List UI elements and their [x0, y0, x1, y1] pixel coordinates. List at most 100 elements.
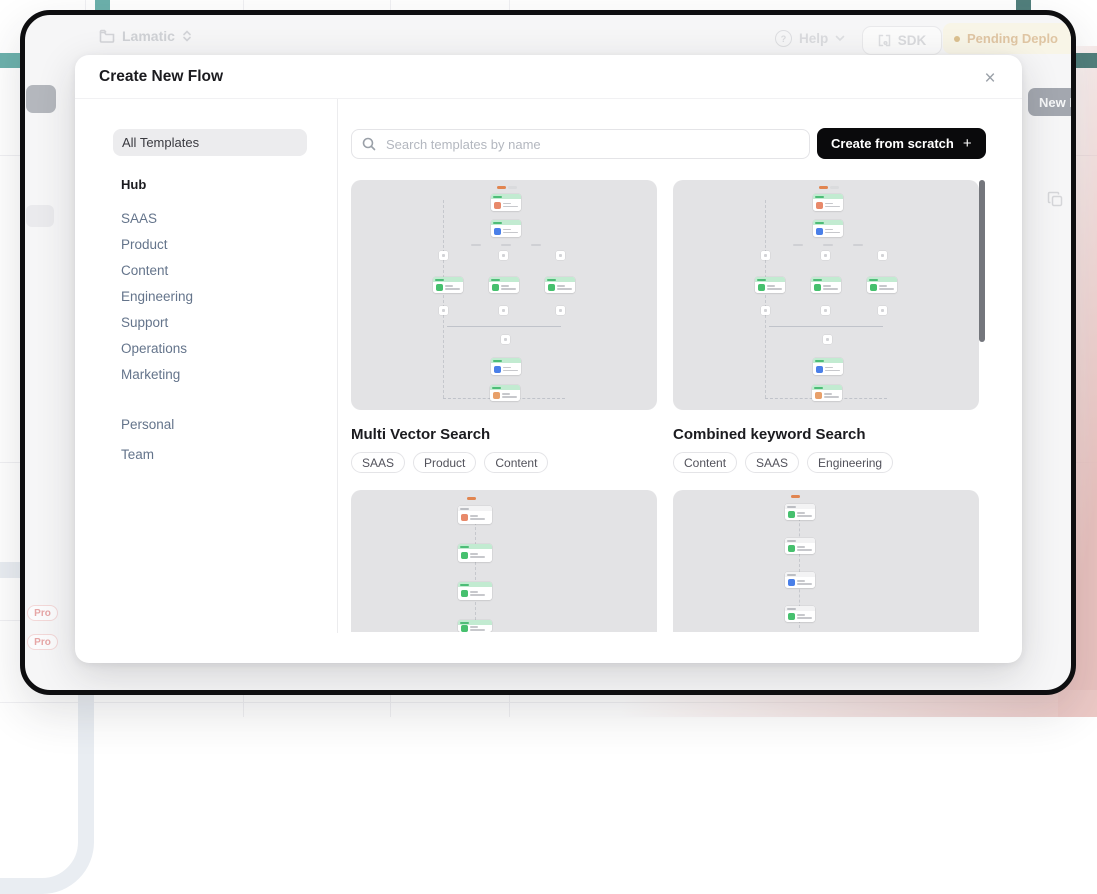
chevron-up-down-icon: [182, 29, 192, 43]
sidebar-item-product[interactable]: Product: [121, 237, 168, 252]
all-templates-label: All Templates: [122, 135, 199, 150]
flow-branch-label: [501, 244, 511, 246]
flow-connector-line: [475, 512, 476, 630]
template-category-sidebar: All Templates Hub SAAS Product Content E…: [113, 129, 307, 609]
sdk-button[interactable]: SDK: [862, 26, 942, 55]
copy-icon[interactable]: [1047, 191, 1064, 208]
plus-icon: +: [963, 135, 972, 152]
search-input[interactable]: [384, 136, 799, 153]
flow-branch-label: [531, 244, 541, 246]
scrollbar[interactable]: [979, 170, 986, 632]
template-grid-viewport: Multi Vector Search SAAS Product Content…: [351, 170, 986, 632]
flow-trigger-mark: [508, 186, 517, 189]
sidebar-heading-hub: Hub: [121, 177, 146, 192]
flow-connector-line: [765, 200, 766, 398]
modal-title: Create New Flow: [99, 68, 223, 86]
sidebar-item-personal[interactable]: Personal: [121, 417, 174, 432]
template-title: Multi Vector Search: [351, 426, 657, 443]
pro-badge: Pro: [27, 634, 58, 650]
template-preview: [673, 490, 979, 632]
pending-deployment-button[interactable]: Pending Deplo: [943, 23, 1073, 54]
tag: Content: [484, 452, 548, 473]
create-from-scratch-button[interactable]: Create from scratch +: [817, 128, 986, 159]
sidebar-item-marketing[interactable]: Marketing: [121, 367, 180, 382]
sidebar-item-content[interactable]: Content: [121, 263, 168, 278]
tag: SAAS: [745, 452, 799, 473]
new-flow-label: New F: [1039, 95, 1076, 110]
pro-badge-label: Pro: [34, 608, 51, 619]
sidebar-toggle-pill[interactable]: [26, 85, 56, 113]
template-tags: SAAS Product Content: [351, 452, 657, 473]
template-card[interactable]: [351, 490, 657, 632]
flow-connector-line: [443, 200, 444, 398]
flow-connector-line: [447, 326, 561, 327]
flow-connector-node: [761, 306, 770, 315]
flow-connector-node: [821, 306, 830, 315]
search-icon: [362, 137, 376, 151]
sidebar-item-operations[interactable]: Operations: [121, 341, 187, 356]
flow-branch-label: [793, 244, 803, 246]
flow-node: [545, 277, 575, 293]
scrollbar-thumb[interactable]: [979, 180, 985, 342]
divider: [75, 98, 1022, 99]
flow-node: [811, 277, 841, 293]
sidebar-item-all-templates[interactable]: All Templates: [113, 129, 307, 156]
flow-trigger-mark: [819, 186, 828, 189]
project-switcher[interactable]: Lamatic: [99, 28, 192, 44]
create-from-scratch-label: Create from scratch: [831, 136, 954, 151]
pro-badge-label: Pro: [34, 637, 51, 648]
flow-connector-node: [761, 251, 770, 260]
tag: Product: [413, 452, 476, 473]
tag: Content: [673, 452, 737, 473]
flow-node: [458, 620, 492, 632]
flow-trigger-mark: [467, 497, 476, 500]
flow-node: [491, 220, 521, 237]
flow-connector-node: [823, 335, 832, 344]
flow-node: [491, 194, 521, 211]
flow-branch-label: [471, 244, 481, 246]
template-preview: [673, 180, 979, 410]
sidebar-item-engineering[interactable]: Engineering: [121, 289, 193, 304]
flow-connector-node: [556, 306, 565, 315]
new-flow-button[interactable]: New F: [1028, 88, 1076, 116]
template-search: [351, 129, 810, 159]
flow-connector-node: [499, 306, 508, 315]
flow-connector-node: [556, 251, 565, 260]
flow-trigger-mark: [791, 495, 800, 498]
flow-connector-node: [501, 335, 510, 344]
flow-trigger-mark: [830, 186, 839, 189]
help-menu[interactable]: ? Help: [775, 30, 845, 47]
help-label: Help: [799, 31, 828, 46]
project-name: Lamatic: [122, 28, 175, 44]
pro-badge: Pro: [27, 605, 58, 621]
folder-icon: [99, 29, 115, 43]
flow-connector-node: [878, 251, 887, 260]
flow-node: [491, 358, 521, 375]
flow-trigger-mark: [497, 186, 506, 189]
template-card-multi-vector-search[interactable]: Multi Vector Search SAAS Product Content: [351, 180, 657, 473]
close-icon[interactable]: ×: [979, 68, 1001, 90]
flow-connector-node: [821, 251, 830, 260]
sidebar-item-support[interactable]: Support: [121, 315, 168, 330]
divider: [337, 99, 338, 633]
flow-node: [785, 504, 815, 520]
sidebar-item-team[interactable]: Team: [121, 447, 154, 462]
sidebar-item-saas[interactable]: SAAS: [121, 211, 157, 226]
flow-connector-line: [769, 326, 883, 327]
flow-connector-node: [499, 251, 508, 260]
template-card-combined-keyword-search[interactable]: Combined keyword Search Content SAAS Eng…: [673, 180, 979, 473]
background-pill: [26, 205, 54, 227]
tag: Engineering: [807, 452, 893, 473]
chevron-down-icon: [835, 35, 845, 42]
flow-node: [458, 544, 492, 562]
flow-node: [489, 277, 519, 293]
flow-connector-node: [878, 306, 887, 315]
flow-node: [755, 277, 785, 293]
sdk-label: SDK: [898, 33, 927, 48]
code-brackets-icon: [878, 34, 891, 47]
create-new-flow-modal: Create New Flow × All Templates Hub SAAS…: [75, 55, 1022, 663]
app-frame: Lamatic ? Help SDK Pending Deplo New F P…: [20, 10, 1076, 695]
template-preview: [351, 490, 657, 632]
flow-connector-node: [439, 251, 448, 260]
template-card[interactable]: [673, 490, 979, 632]
